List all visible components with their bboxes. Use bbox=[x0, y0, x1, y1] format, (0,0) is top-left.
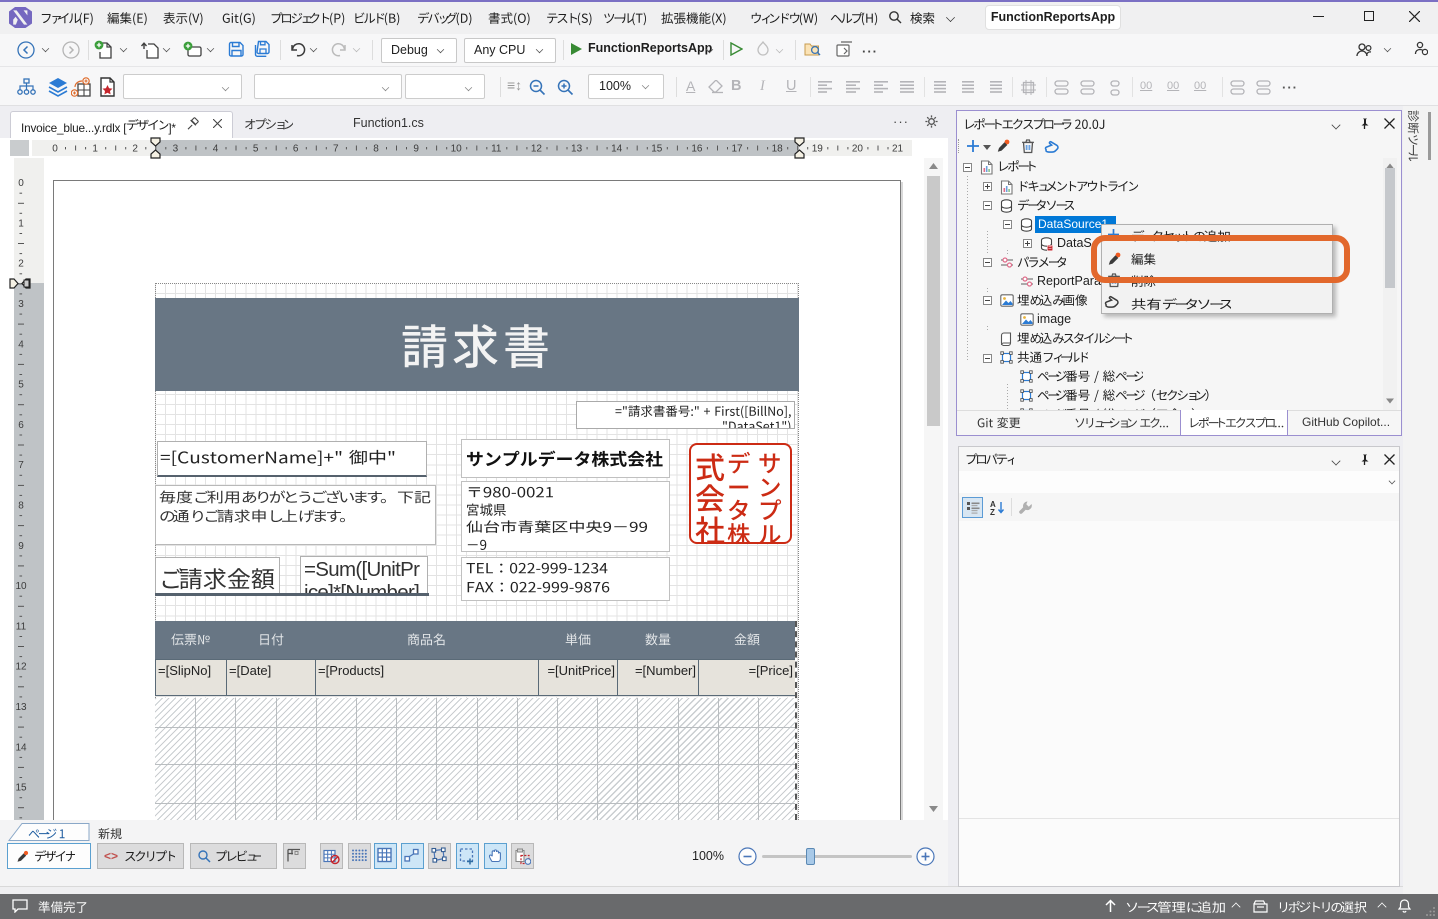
svg-text:11: 11 bbox=[491, 144, 502, 155]
svg-text:5: 5 bbox=[18, 380, 24, 391]
svg-text:1: 1 bbox=[92, 144, 98, 155]
svg-text:20: 20 bbox=[852, 144, 864, 155]
svg-text:10: 10 bbox=[15, 581, 27, 592]
svg-text:13: 13 bbox=[571, 144, 583, 155]
svg-text:9: 9 bbox=[413, 144, 419, 155]
svg-text:19: 19 bbox=[812, 144, 824, 155]
svg-text:10: 10 bbox=[451, 144, 463, 155]
svg-text:7: 7 bbox=[333, 144, 339, 155]
svg-text:3: 3 bbox=[173, 144, 179, 155]
svg-text:0: 0 bbox=[18, 178, 24, 189]
svg-text:4: 4 bbox=[18, 339, 24, 350]
svg-text:16: 16 bbox=[691, 144, 703, 155]
svg-text:12: 12 bbox=[531, 144, 543, 155]
svg-text:7: 7 bbox=[18, 460, 24, 471]
svg-text:6: 6 bbox=[293, 144, 299, 155]
svg-text:21: 21 bbox=[892, 144, 904, 155]
svg-text:17: 17 bbox=[731, 144, 743, 155]
svg-text:11: 11 bbox=[16, 621, 27, 632]
svg-text:14: 14 bbox=[611, 144, 623, 155]
svg-text:15: 15 bbox=[15, 783, 27, 794]
svg-text:1: 1 bbox=[18, 218, 24, 229]
svg-text:15: 15 bbox=[651, 144, 663, 155]
svg-text:4: 4 bbox=[213, 144, 219, 155]
svg-text:13: 13 bbox=[15, 702, 27, 713]
svg-text:8: 8 bbox=[373, 144, 379, 155]
svg-text:14: 14 bbox=[15, 742, 27, 753]
svg-text:8: 8 bbox=[18, 501, 24, 512]
svg-text:6: 6 bbox=[18, 420, 24, 431]
svg-text:Z: Z bbox=[990, 508, 995, 515]
svg-text:9: 9 bbox=[18, 541, 24, 552]
svg-text:2: 2 bbox=[18, 259, 24, 270]
svg-text:2: 2 bbox=[132, 144, 138, 155]
svg-text:3: 3 bbox=[18, 299, 24, 310]
svg-text:5: 5 bbox=[253, 144, 259, 155]
svg-text:0: 0 bbox=[52, 144, 58, 155]
svg-text:18: 18 bbox=[772, 144, 784, 155]
svg-text:12: 12 bbox=[15, 662, 27, 673]
